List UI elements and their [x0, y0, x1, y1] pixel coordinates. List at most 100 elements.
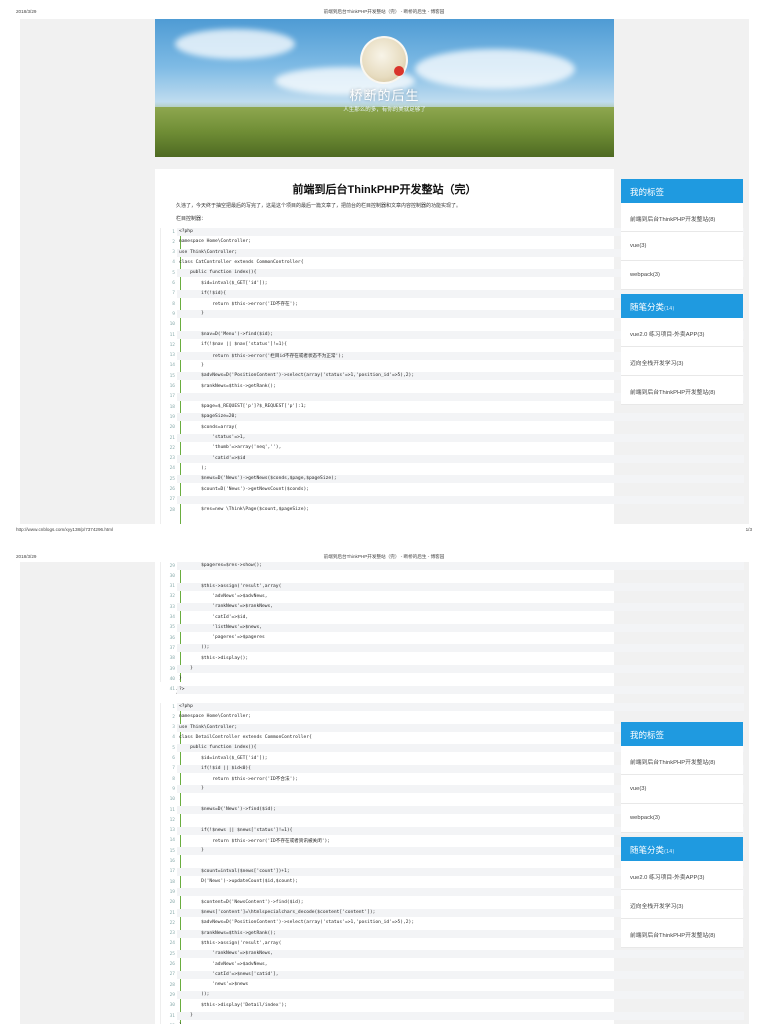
- category-item[interactable]: 前端到后台ThinkPHP开发整站(8): [621, 919, 743, 948]
- line-number: 16: [169, 384, 175, 389]
- line-number: 25: [169, 951, 175, 957]
- code-line: }: [179, 676, 182, 682]
- tag-item[interactable]: 前端到后台ThinkPHP开发整站(8): [621, 746, 743, 775]
- code-line: $count=D('News')->getNewsCount($conds);: [179, 486, 309, 492]
- code-line: $res=new \Think\Page($count,$pageSize);: [179, 507, 309, 513]
- line-number: 7: [172, 766, 175, 772]
- tag-item[interactable]: 前端到后台ThinkPHP开发整站(8): [621, 203, 743, 232]
- line-number: 5: [172, 745, 175, 751]
- line-number: 18: [169, 879, 175, 885]
- blog-title[interactable]: 桥断的后生: [155, 85, 614, 104]
- print-header-1: 2018/3/29 前端到后台ThinkPHP开发整站（完） - 断桥的后生 -…: [0, 0, 768, 14]
- line-number: 10: [169, 797, 175, 803]
- code-line: <?php: [179, 229, 193, 234]
- line-number: 29: [169, 563, 175, 569]
- category-item[interactable]: vue2.0 练习项目-外卖APP(3): [621, 861, 743, 890]
- line-number: 9: [172, 311, 175, 317]
- code-line: 'catId'=>$id,: [179, 614, 249, 620]
- tag-item[interactable]: vue(3): [621, 775, 743, 804]
- code-line-bg: [177, 413, 744, 422]
- line-number: 12: [169, 342, 175, 348]
- tag-item[interactable]: vue(3): [621, 232, 743, 261]
- category-item[interactable]: 前端到后台ThinkPHP开发整站(8): [621, 376, 743, 405]
- code-line: $this->assign('result',array(: [179, 940, 282, 946]
- category-item[interactable]: vue2.0 练习项目-外卖APP(3): [621, 318, 743, 347]
- line-number: 13: [169, 828, 175, 834]
- line-number: 33: [169, 604, 175, 610]
- code-line: $page=$_REQUEST['p']?$_REQUEST['p']:1;: [179, 404, 307, 410]
- code-line-bg: [177, 1012, 744, 1020]
- line-number: 22: [169, 445, 175, 451]
- line-number: 5: [172, 270, 175, 276]
- line-number: 1: [172, 704, 175, 710]
- line-number: 9: [172, 786, 175, 792]
- line-number: 11: [169, 807, 175, 813]
- line-number: 4: [172, 260, 175, 266]
- line-number: 12: [169, 817, 175, 823]
- line-number: 14: [169, 363, 175, 369]
- code-line: $this->display();: [179, 655, 249, 661]
- code-line: return $this->error('ID不存在或者资讯被关闭');: [179, 838, 331, 844]
- line-number: 26: [169, 962, 175, 967]
- code-line: 'pageres'=>$pageres: [179, 635, 265, 641]
- code-line: <?php: [179, 704, 193, 709]
- grass-field: [155, 107, 614, 157]
- line-number: 23: [169, 931, 175, 937]
- code-line: public function index(){: [179, 270, 257, 276]
- avatar[interactable]: [360, 36, 408, 84]
- tag-item[interactable]: webpack(3): [621, 261, 743, 290]
- code-line: 'advNews'=>$advNews,: [179, 961, 268, 967]
- code-line-bg: [177, 703, 744, 711]
- line-number: 11: [169, 332, 175, 338]
- code-line: $count=intval($news['count'])+1;: [179, 868, 290, 874]
- code-line-bg: [177, 454, 744, 463]
- code-line: return $this->error('ID不存在');: [179, 302, 298, 308]
- code-line: $advNews=D('PositionContent')->select(ar…: [179, 920, 415, 926]
- code-line: 'rankNews'=>$rankNews,: [179, 951, 274, 957]
- tags-header: 我的标签: [621, 722, 743, 746]
- code-line: }: [179, 848, 204, 854]
- line-number: 6: [172, 281, 175, 286]
- code-line: $this->display('Detail/index');: [179, 1002, 287, 1008]
- code-line: public function index(){: [179, 745, 257, 751]
- code-line: }: [179, 1013, 193, 1018]
- category-item[interactable]: 迈向全栈开发学习(3): [621, 347, 743, 376]
- code-line: $rankNews=$this->getRank();: [179, 383, 276, 389]
- line-number: 25: [169, 476, 175, 482]
- line-number: 29: [169, 992, 175, 998]
- line-number: 20: [169, 425, 175, 431]
- code-line: $content=D('NewsContent')->find($id);: [179, 899, 304, 905]
- tag-item[interactable]: webpack(3): [621, 804, 743, 833]
- code-line-bg: [177, 685, 744, 694]
- code-line: return $this->error('ID不合法');: [179, 777, 298, 783]
- line-number: 37: [169, 645, 175, 651]
- line-number: 4: [172, 735, 175, 741]
- line-number: 32: [169, 594, 175, 600]
- categories-header: 随笔分类(14): [621, 294, 743, 318]
- line-number: 20: [169, 900, 175, 906]
- code-block-cat-part2: 29 $pageres=$res->show(); 30 31 $this->ass…: [160, 562, 744, 694]
- code-line: class CatController extends CommonContro…: [179, 259, 304, 265]
- line-number: 28: [169, 982, 175, 988]
- code-line: $pageSize=20;: [179, 414, 238, 420]
- line-number: 34: [169, 615, 175, 620]
- category-item[interactable]: 迈向全栈开发学习(3): [621, 890, 743, 919]
- code-line: $advNews=D('PositionContent')->select(ar…: [179, 373, 415, 379]
- line-number: 17: [169, 869, 175, 875]
- code-line: if(!$news || $news['status']!=1){: [179, 827, 293, 833]
- line-number: 16: [169, 859, 175, 864]
- line-number: 3: [172, 250, 175, 256]
- code-line-bg: [177, 495, 744, 504]
- page-url[interactable]: http://www.cnblogs.com/xyy138/p/7374296.…: [16, 527, 113, 532]
- code-block-detail: 1 <?php 2 namespace Home\Controller; 3 use Th…: [160, 703, 744, 1024]
- line-number: 6: [172, 756, 175, 761]
- line-number: 28: [169, 507, 175, 513]
- post-title[interactable]: 前端到后台ThinkPHP开发整站（完）: [155, 181, 614, 197]
- code-line: }: [179, 786, 204, 792]
- sidebar-1: 我的标签 前端到后台ThinkPHP开发整站(8) vue(3) webpack…: [621, 179, 743, 405]
- line-number: 31: [169, 1013, 175, 1019]
- line-number: 31: [169, 584, 175, 590]
- line-number: 39: [169, 666, 175, 672]
- code-line: );: [179, 465, 207, 471]
- blog-subtitle: 人生那么的多，有你的美就足够了: [343, 107, 426, 113]
